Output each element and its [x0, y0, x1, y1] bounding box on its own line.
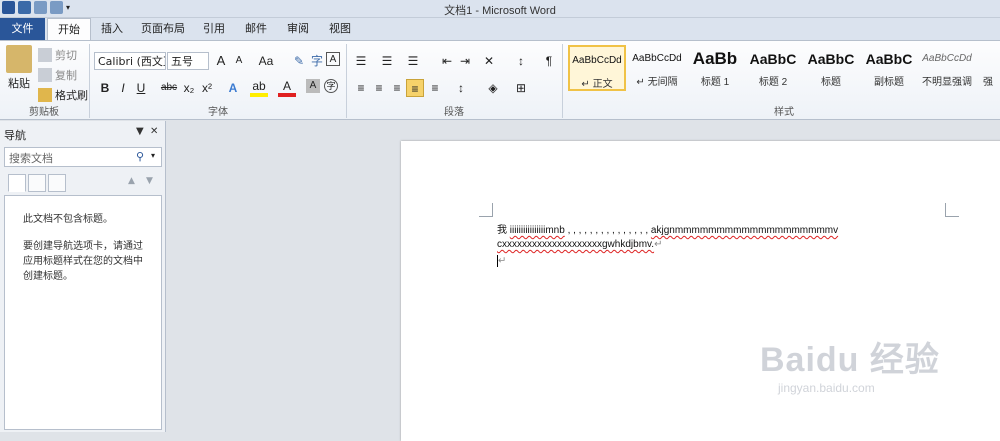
brush-icon [38, 88, 52, 102]
sort-icon[interactable]: ↕ [512, 52, 530, 70]
font-size-combo[interactable]: 五号 [167, 52, 209, 70]
tab-view[interactable]: 视图 [320, 18, 360, 40]
paragraph-mark: ↵ [654, 239, 663, 250]
style-strong-partial[interactable]: 强 [976, 45, 1000, 91]
tab-results[interactable] [48, 174, 66, 192]
nav-tabs: ▲ ▼ [4, 173, 162, 195]
paste-icon[interactable] [6, 45, 32, 73]
title-bar: ▾ 文档1 - Microsoft Word [0, 0, 1000, 18]
align-center-icon[interactable]: ≡ [370, 79, 388, 97]
style-normal[interactable]: AaBbCcDd ↵ 正文 [568, 45, 626, 91]
font-name-combo[interactable]: Calibri (西文正 [94, 52, 166, 70]
previous-icon[interactable]: ▲ [128, 176, 135, 186]
highlight-icon[interactable]: ab [250, 79, 268, 97]
style-heading-2[interactable]: AaBbC 标题 2 [744, 45, 802, 91]
increase-indent-icon[interactable]: ⇥ [456, 52, 474, 70]
enclose-char-icon[interactable]: 字 [324, 79, 338, 93]
chinese-layout-icon[interactable]: ✕ [480, 52, 498, 70]
ribbon: 粘贴 剪切 复制 格式刷 剪贴板 Calibri (西文正 五号 A A Aa … [0, 40, 1000, 120]
paragraph-2[interactable]: ↵ [497, 255, 506, 267]
numbering-icon[interactable]: ☰ [378, 52, 396, 70]
font-color-icon[interactable]: A [278, 79, 296, 97]
superscript-button[interactable]: x² [198, 79, 216, 97]
paragraph-mark: ↵ [498, 255, 507, 267]
style-heading-1[interactable]: AaBb 标题 1 [686, 45, 744, 91]
decrease-indent-icon[interactable]: ⇤ [438, 52, 456, 70]
strikethrough-button[interactable]: abc [158, 79, 180, 97]
paragraph-1[interactable]: 我 iiiiiiiiiiiiiiiimnb , , , , , , , , , … [497, 221, 838, 236]
next-icon[interactable]: ▼ [146, 176, 153, 186]
close-icon[interactable]: ✕ [150, 126, 158, 137]
tab-review[interactable]: 审阅 [278, 18, 318, 40]
nav-message-no-headings: 此文档不包含标题。 [23, 214, 113, 225]
styles-group-label: 样式 [774, 107, 794, 118]
font-group-label: 字体 [208, 107, 228, 118]
scissors-icon [38, 48, 52, 62]
paste-button[interactable]: 粘贴 [8, 75, 30, 91]
multilevel-list-icon[interactable]: ☰ [404, 52, 422, 70]
justify-icon[interactable]: ≡ [406, 79, 424, 97]
underline-button[interactable]: U [132, 79, 150, 97]
phonetic-guide-icon[interactable]: 字 [308, 52, 326, 70]
tab-page-layout[interactable]: 页面布局 [134, 18, 192, 40]
nav-message-instructions: 要创建导航选项卡，请通过应用标题样式在您的文档中创建标题。 [23, 241, 143, 282]
crop-mark [945, 203, 959, 217]
style-no-spacing[interactable]: AaBbCcDd ↵ 无间隔 [628, 45, 686, 91]
tab-headings[interactable] [8, 174, 26, 192]
distributed-icon[interactable]: ≡ [426, 79, 444, 97]
tab-references[interactable]: 引用 [194, 18, 234, 40]
tab-file[interactable]: 文件 [0, 18, 45, 40]
chevron-down-icon[interactable]: ▾ [151, 151, 155, 160]
clear-formatting-icon[interactable]: ✎ [290, 52, 308, 70]
copy-button[interactable]: 复制 [38, 66, 77, 84]
search-icon[interactable]: ⚲ [136, 150, 144, 163]
document-page[interactable]: 我 iiiiiiiiiiiiiiiimnb , , , , , , , , , … [401, 141, 1000, 441]
paragraph-group-label: 段落 [444, 107, 464, 118]
text-effects-icon[interactable]: A [224, 79, 242, 97]
italic-button[interactable]: I [114, 79, 132, 97]
char-shading-icon[interactable]: A [306, 79, 320, 93]
divider [562, 44, 563, 118]
align-right-icon[interactable]: ≡ [388, 79, 406, 97]
ribbon-tabs: 文件 开始 插入 页面布局 引用 邮件 审阅 视图 [0, 18, 1000, 41]
window-title: 文档1 - Microsoft Word [444, 5, 556, 17]
paragraph-1-continued[interactable]: cxxxxxxxxxxxxxxxxxxxxgwhkdjbmv.↵ [497, 239, 662, 250]
bullets-icon[interactable]: ☰ [352, 52, 370, 70]
style-subtle-emphasis[interactable]: AaBbCcDd 不明显强调 [918, 45, 976, 91]
clipboard-group-label: 剪贴板 [29, 107, 59, 118]
tab-pages[interactable] [28, 174, 46, 192]
align-left-icon[interactable]: ≡ [352, 79, 370, 97]
style-subtitle[interactable]: AaBbC 副标题 [860, 45, 918, 91]
crop-mark [479, 203, 493, 217]
navigation-pane: 导航 ▼ ✕ 搜索文档 ⚲ ▾ ▲ ▼ 此文档不包含标题。 要创建导航选项卡，请… [0, 121, 166, 432]
nav-content: 此文档不包含标题。 要创建导航选项卡，请通过应用标题样式在您的文档中创建标题。 [4, 195, 162, 430]
show-marks-icon[interactable]: ¶ [540, 52, 558, 70]
nav-options-icon[interactable]: ▼ [136, 126, 144, 137]
shrink-font-button[interactable]: A [230, 52, 248, 70]
subscript-button[interactable]: x₂ [180, 79, 198, 97]
copy-icon [38, 68, 52, 82]
shading-icon[interactable]: ◈ [484, 79, 502, 97]
cut-button[interactable]: 剪切 [38, 46, 77, 64]
format-painter-button[interactable]: 格式刷 [38, 86, 88, 104]
tab-insert[interactable]: 插入 [92, 18, 132, 40]
bold-button[interactable]: B [96, 79, 114, 97]
char-border-icon[interactable]: A [326, 52, 340, 66]
baidu-watermark: Baidu 经验 jingyan.baidu.com [760, 341, 940, 395]
change-case-button[interactable]: Aa [254, 52, 278, 70]
tab-home[interactable]: 开始 [47, 18, 91, 41]
tab-mailings[interactable]: 邮件 [236, 18, 276, 40]
grow-font-button[interactable]: A [212, 52, 230, 70]
nav-title: 导航 [4, 129, 26, 142]
borders-icon[interactable]: ⊞ [512, 79, 530, 97]
style-title[interactable]: AaBbC 标题 [802, 45, 860, 91]
line-spacing-icon[interactable]: ↕ [452, 79, 470, 97]
